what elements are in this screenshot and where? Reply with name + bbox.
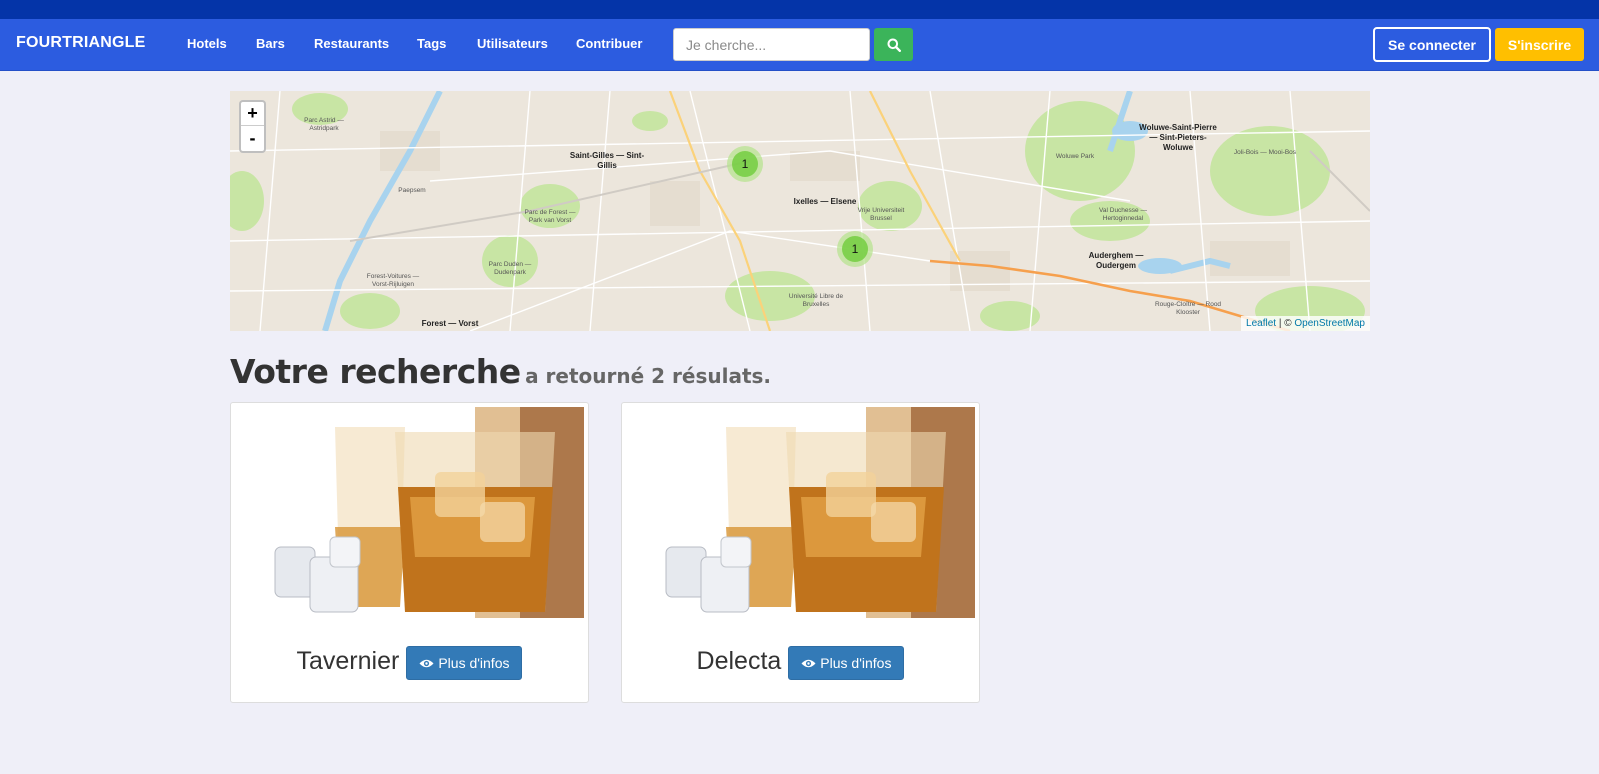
result-title-row: Delecta Plus d'infos xyxy=(622,643,979,680)
navbar: FOURTRIANGLE Hotels Bars Restaurants Tag… xyxy=(0,19,1599,71)
map[interactable]: + - 1 1 Saint-Gilles — Sint-Gillis Ixell… xyxy=(230,91,1370,331)
map-label: Vrije Universiteit Brussel xyxy=(857,207,905,222)
results-heading: Votre recherche a retourné 2 résulats. xyxy=(230,352,771,391)
result-name[interactable]: Tavernier xyxy=(297,647,400,676)
nav-link-hotels[interactable]: Hotels xyxy=(187,36,227,51)
more-info-button[interactable]: Plus d'infos xyxy=(406,646,523,680)
map-label: Woluwe-Saint-Pierre — Sint-Pieters-Woluw… xyxy=(1139,123,1217,152)
results-title: Votre recherche xyxy=(230,352,521,391)
map-cluster-marker[interactable]: 1 xyxy=(727,146,763,182)
map-label: Forest-Voitures — Vorst-Rijluigen xyxy=(366,273,420,288)
leaflet-link[interactable]: Leaflet xyxy=(1246,318,1276,329)
nav-link-bars[interactable]: Bars xyxy=(256,36,285,51)
openstreetmap-link[interactable]: OpenStreetMap xyxy=(1294,318,1365,329)
result-photo xyxy=(626,407,975,618)
map-attribution: Leaflet | © OpenStreetMap xyxy=(1241,316,1370,331)
nav-link-utilisateurs[interactable]: Utilisateurs xyxy=(477,36,548,51)
map-label: Saint-Gilles — Sint-Gillis xyxy=(569,151,645,170)
nav-link-contribuer[interactable]: Contribuer xyxy=(576,36,642,51)
map-label: Forest — Vorst xyxy=(421,319,479,328)
more-info-button[interactable]: Plus d'infos xyxy=(788,646,905,680)
brand-logo[interactable]: FOURTRIANGLE xyxy=(16,34,146,52)
map-label: Rouge-Cloître — Rood Klooster xyxy=(1154,301,1222,316)
eye-icon xyxy=(419,659,434,667)
cluster-count: 1 xyxy=(842,236,868,262)
cluster-count: 1 xyxy=(732,151,758,177)
nav-link-tags[interactable]: Tags xyxy=(417,36,446,51)
map-cluster-marker[interactable]: 1 xyxy=(837,231,873,267)
login-button[interactable]: Se connecter xyxy=(1373,27,1491,62)
zoom-in-button[interactable]: + xyxy=(241,102,264,126)
map-label: Université Libre de Bruxelles xyxy=(788,293,844,308)
map-label: Ixelles — Elsene xyxy=(793,197,857,206)
nav-link-restaurants[interactable]: Restaurants xyxy=(314,36,389,51)
search-icon xyxy=(887,38,901,52)
map-label: Val Duchesse — Hertoginnedal xyxy=(1099,207,1147,222)
results-count: a retourné 2 résulats. xyxy=(525,364,772,388)
result-photo xyxy=(235,407,584,618)
result-name[interactable]: Delecta xyxy=(697,647,782,676)
map-label: Joli-Bois — Mooi-Bos xyxy=(1233,149,1297,156)
attribution-separator: | © xyxy=(1276,318,1295,329)
more-info-label: Plus d'infos xyxy=(438,655,510,671)
zoom-control: + - xyxy=(239,100,266,153)
search-button[interactable] xyxy=(874,28,913,61)
result-title-row: Tavernier Plus d'infos xyxy=(231,643,588,680)
more-info-label: Plus d'infos xyxy=(820,655,892,671)
signup-button[interactable]: S'inscrire xyxy=(1495,28,1584,61)
map-label: Parc Astrid — Astridpark xyxy=(304,117,344,132)
map-label: Paepsem xyxy=(398,187,426,194)
eye-icon xyxy=(801,659,816,667)
map-label: Auderghem — Oudergem xyxy=(1088,251,1144,270)
map-label: Parc de Forest — Park van Vorst xyxy=(524,209,576,224)
map-label: Woluwe Park xyxy=(1055,153,1095,160)
map-label: Parc Duden — Dudenpark xyxy=(488,261,532,276)
zoom-out-button[interactable]: - xyxy=(241,126,264,150)
top-strip xyxy=(0,0,1599,19)
result-card: Tavernier Plus d'infos xyxy=(230,402,589,703)
result-card: Delecta Plus d'infos xyxy=(621,402,980,703)
search-input[interactable] xyxy=(673,28,870,61)
